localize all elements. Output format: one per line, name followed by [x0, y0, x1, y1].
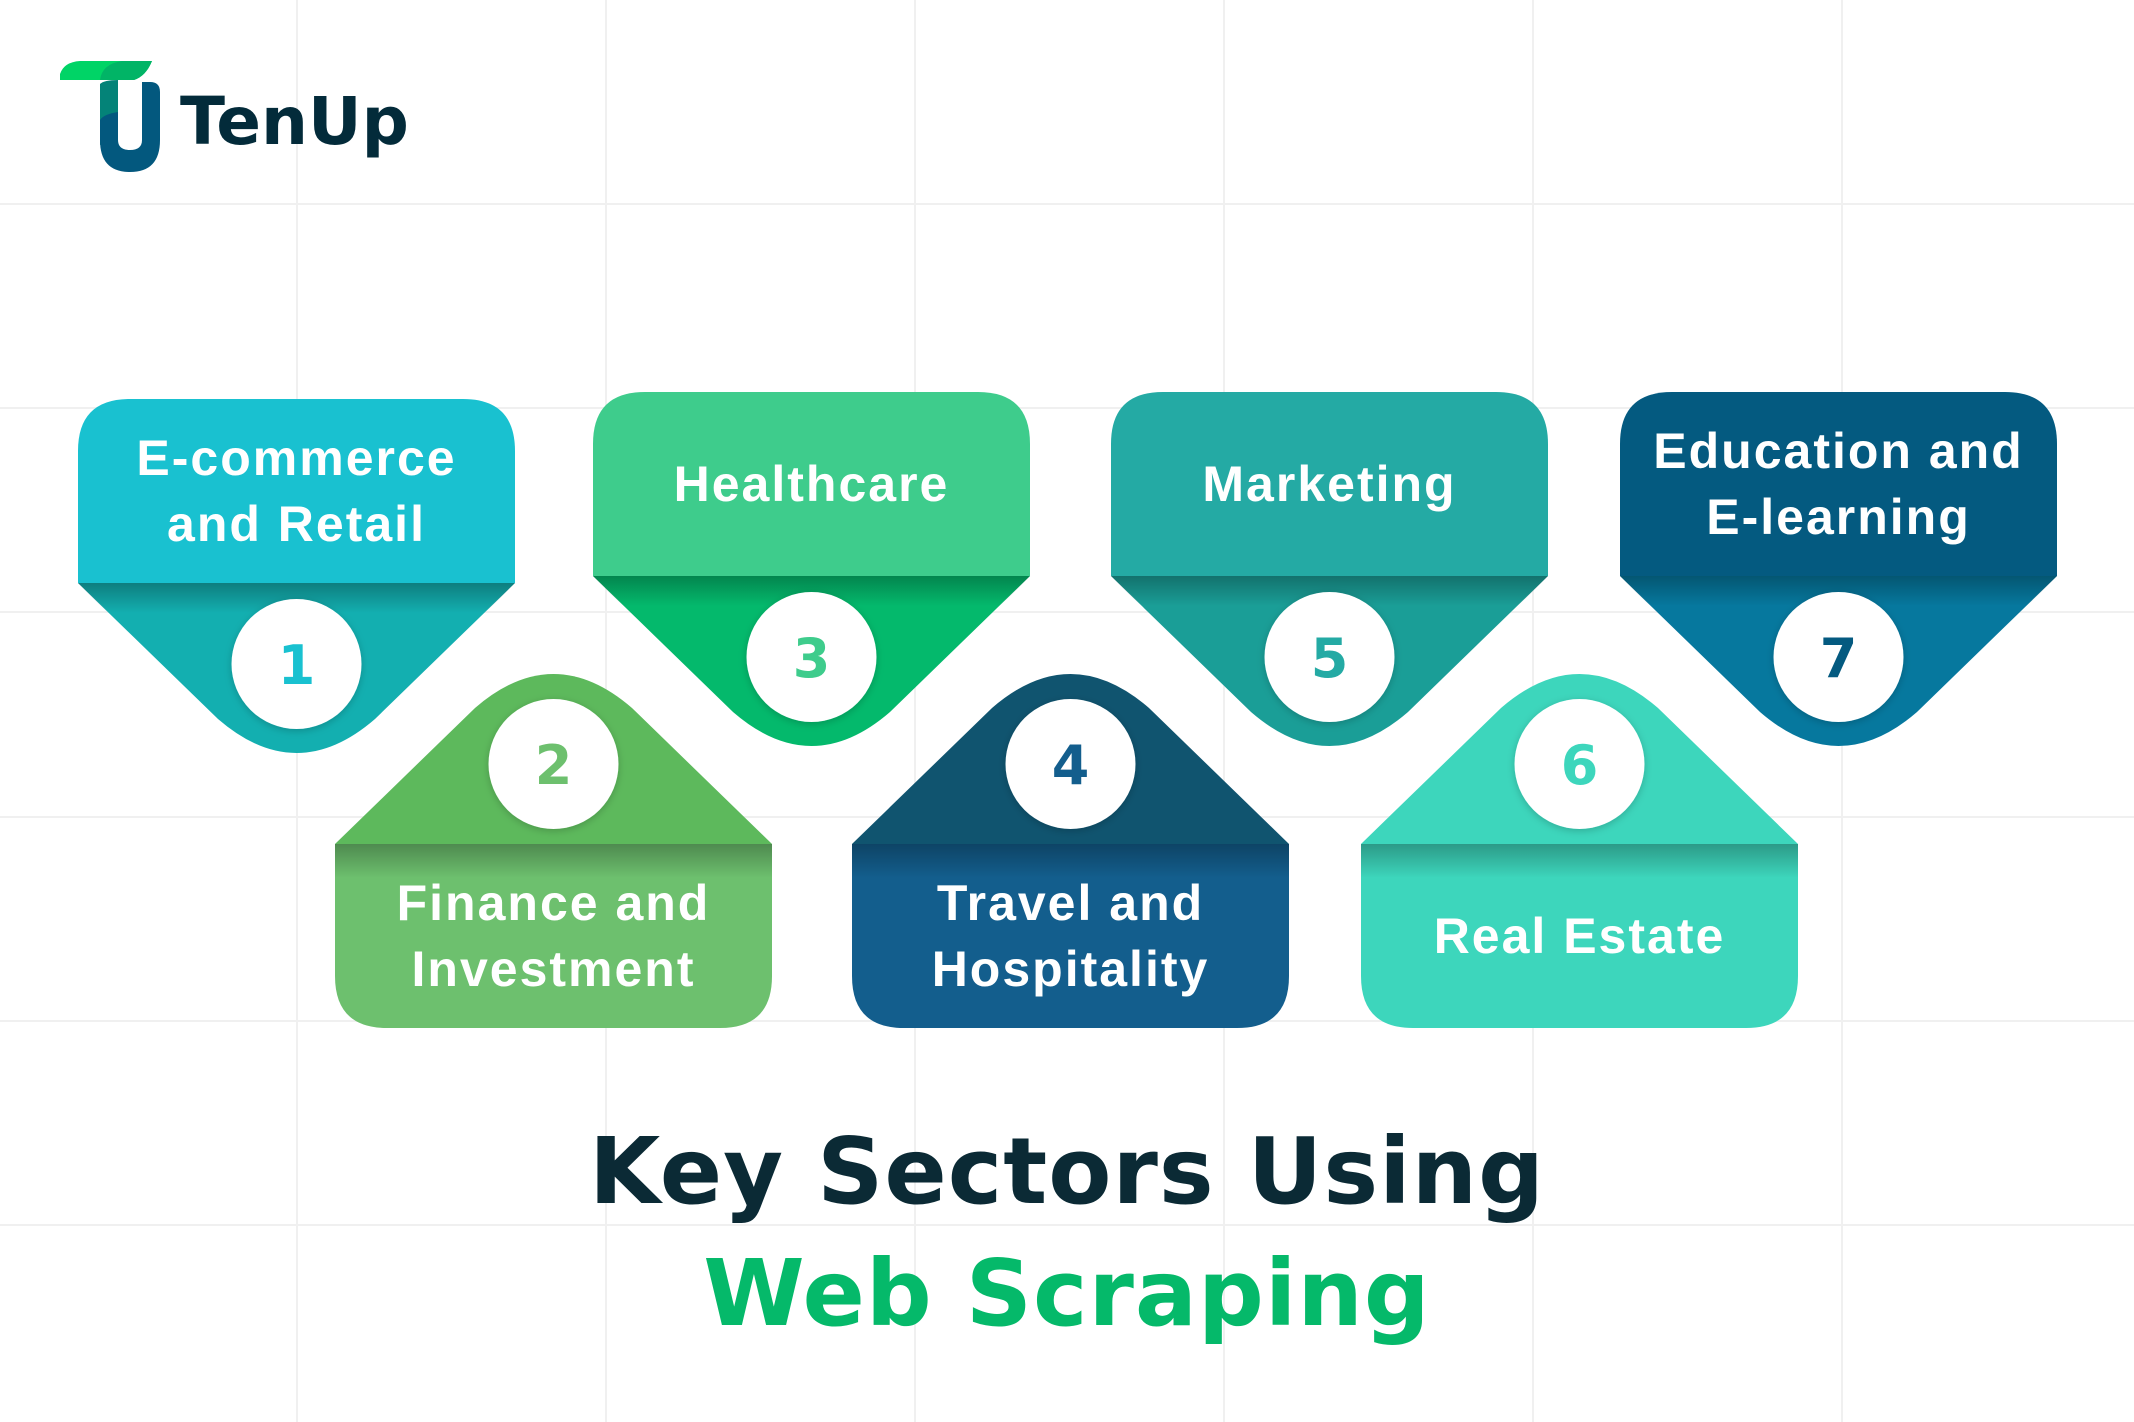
- sector-number: 7: [1820, 627, 1858, 690]
- logo-mark: [60, 61, 160, 172]
- sector-card-1: 1 E-commerce and Retail: [78, 399, 515, 753]
- sector-card-6: 6 Real Estate: [1361, 674, 1798, 1028]
- infographic-canvas: TenUp 1 E-commerce and Retail 2 Finance and I…: [0, 0, 2134, 1422]
- sector-label: Investment: [412, 941, 696, 997]
- sector-label: Finance and: [397, 875, 711, 931]
- sector-cards: 1 E-commerce and Retail 2 Finance and Investm…: [78, 392, 2057, 1028]
- sector-number: 1: [278, 634, 316, 697]
- card-fold-shadow: [335, 844, 772, 878]
- sector-card-3: 3 Healthcare: [593, 392, 1030, 746]
- logo-text: TenUp: [180, 83, 409, 160]
- sector-card-5: 5 Marketing: [1111, 392, 1548, 746]
- sector-label: Hospitality: [932, 941, 1210, 997]
- sector-number: 4: [1052, 734, 1090, 797]
- title-line-2: Web Scraping: [703, 1240, 1430, 1347]
- sector-number: 2: [535, 734, 573, 797]
- card-label-panel: [1620, 392, 2057, 576]
- sector-card-7: 7 Education and E-learning: [1620, 392, 2057, 746]
- sector-label: Travel and: [937, 875, 1204, 931]
- sector-number: 3: [793, 627, 831, 690]
- card-fold-shadow: [1361, 844, 1798, 878]
- sector-label: E-learning: [1706, 489, 1970, 545]
- card-fold-shadow: [852, 844, 1289, 878]
- sector-number: 5: [1311, 627, 1349, 690]
- sector-label: Marketing: [1202, 456, 1456, 512]
- sector-label: Healthcare: [674, 456, 950, 512]
- title-line-1: Key Sectors Using: [589, 1118, 1545, 1225]
- card-label-panel: [78, 399, 515, 583]
- sector-number: 6: [1561, 734, 1599, 797]
- sector-card-2: 2 Finance and Investment: [335, 674, 772, 1028]
- logo: TenUp: [60, 61, 409, 172]
- sector-label: and Retail: [167, 496, 426, 552]
- sector-label: Education and: [1653, 423, 2023, 479]
- sector-label: E-commerce: [136, 430, 456, 486]
- sector-label: Real Estate: [1434, 908, 1726, 964]
